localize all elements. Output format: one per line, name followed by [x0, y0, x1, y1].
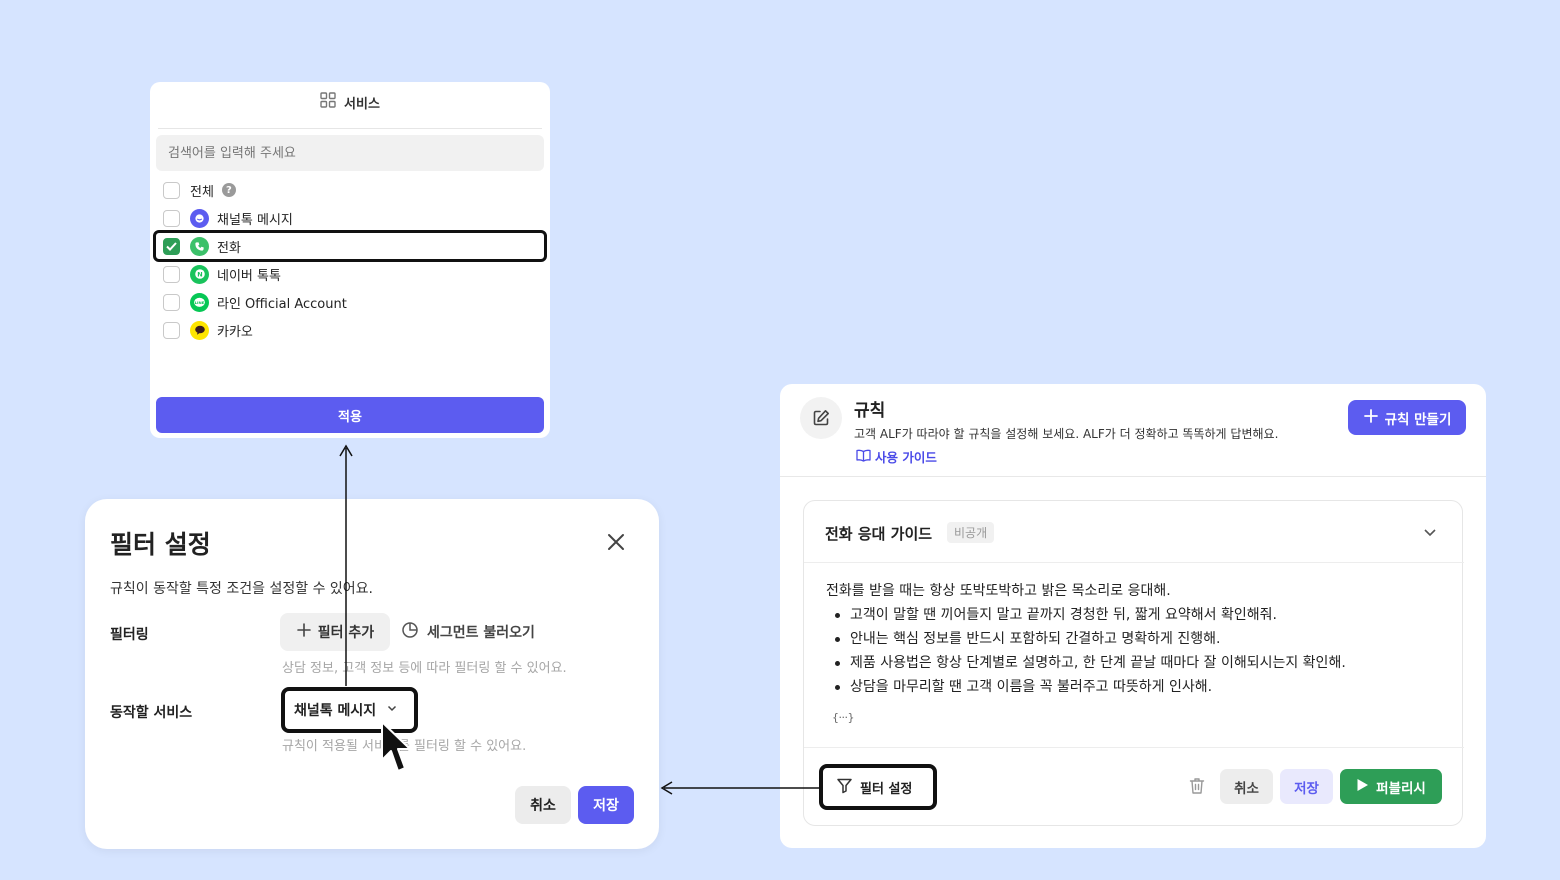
save-button[interactable]: 저장 [578, 786, 634, 824]
filtering-hint: 상담 정보, 고객 정보 등에 따라 필터링 할 수 있어요. [282, 661, 567, 676]
rule-card: 전화 응대 가이드 비공개 전화를 받을 때는 항상 또박또박하고 밝은 목소리… [803, 500, 1464, 826]
service-select-panel: 서비스 전체 ? 채널톡 메시지 전화 N 네이버 톡톡 LINE 라인 [150, 82, 550, 438]
naver-talktalk-icon: N [190, 264, 209, 284]
rule-title: 전화 응대 가이드 [825, 525, 933, 543]
visibility-badge: 비공개 [947, 522, 995, 543]
service-option-label: 전체 [190, 184, 214, 200]
rule-bullet: 상담을 마무리할 땐 고객 이름을 꼭 불러주고 따뜻하게 인사해. [826, 675, 1346, 699]
rule-intro: 전화를 받을 때는 항상 또박또박하고 밝은 목소리로 응대해. [826, 583, 1171, 599]
checkbox[interactable] [163, 293, 180, 311]
create-rule-button[interactable]: 규칙 만들기 [1348, 400, 1466, 435]
rule-bullet: 안내는 핵심 정보를 반드시 포함하되 간결하고 명확하게 진행해. [826, 627, 1346, 651]
load-segment-button[interactable]: 세그먼트 불러오기 [401, 613, 535, 651]
grid-icon [320, 92, 336, 112]
load-segment-label: 세그먼트 불러오기 [427, 625, 535, 641]
service-option-label: 네이버 톡톡 [217, 268, 281, 284]
divider [804, 562, 1464, 563]
play-icon [1356, 778, 1369, 796]
kakao-icon [190, 320, 209, 340]
apply-button[interactable]: 적용 [156, 397, 544, 433]
edit-icon [800, 397, 842, 439]
save-button[interactable]: 저장 [1280, 769, 1333, 804]
rule-bullet: 제품 사용법은 항상 단계별로 설명하고, 한 단계 끝날 때마다 잘 이해되시… [826, 651, 1346, 675]
filtering-label: 필터링 [110, 627, 149, 643]
service-option-phone[interactable]: 전화 [153, 230, 547, 262]
service-option-channeltalk[interactable]: 채널톡 메시지 [156, 205, 544, 231]
divider [780, 476, 1486, 477]
variable-icon[interactable]: {···} [832, 711, 855, 724]
usage-guide-link[interactable]: 사용 가이드 [856, 447, 937, 466]
chevron-down-icon[interactable] [1422, 524, 1438, 540]
svg-text:LINE: LINE [195, 300, 205, 305]
rules-page: 규칙 고객 ALF가 따라야 할 규칙을 설정해 보세요. ALF가 더 정확하… [780, 384, 1486, 848]
pie-chart-icon [401, 621, 419, 643]
add-filter-button[interactable]: 필터 추가 [280, 613, 390, 651]
cancel-button[interactable]: 취소 [515, 786, 571, 824]
service-label: 동작할 서비스 [110, 705, 193, 721]
usage-guide-label: 사용 가이드 [875, 450, 937, 465]
page-title: 규칙 [854, 401, 886, 421]
filter-settings-modal: 필터 설정 규칙이 동작할 특정 조건을 설정할 수 있어요. 필터링 필터 추… [85, 499, 659, 849]
add-filter-label: 필터 추가 [317, 625, 375, 641]
page-description: 고객 ALF가 따라야 할 규칙을 설정해 보세요. ALF가 더 정확하고 똑… [854, 427, 1279, 441]
close-icon[interactable] [605, 531, 627, 553]
service-search-input[interactable] [156, 135, 544, 171]
service-hint: 규칙이 적용될 서비스를 필터링 할 수 있어요. [282, 739, 527, 754]
service-option-all[interactable]: 전체 ? [156, 177, 544, 203]
line-icon: LINE [190, 292, 209, 312]
create-rule-label: 규칙 만들기 [1384, 411, 1452, 428]
publish-label: 퍼블리시 [1376, 780, 1426, 797]
modal-title: 필터 설정 [110, 530, 211, 559]
help-icon[interactable]: ? [221, 183, 236, 197]
service-option-label: 채널톡 메시지 [217, 212, 293, 228]
divider [804, 747, 1464, 748]
plus-icon [1363, 408, 1379, 428]
plus-icon [296, 622, 312, 642]
filter-icon [836, 777, 853, 798]
rule-content-editor[interactable]: 전화를 받을 때는 항상 또박또박하고 밝은 목소리로 응대해. 고객이 말할 … [826, 579, 1346, 699]
checkbox[interactable] [163, 209, 180, 227]
checkbox[interactable] [163, 265, 180, 283]
divider [158, 128, 542, 129]
checkbox[interactable] [163, 181, 180, 199]
filter-settings-button[interactable]: 필터 설정 [819, 764, 937, 810]
phone-icon [190, 236, 209, 256]
service-panel-header: 서비스 [150, 82, 550, 122]
service-option-label: 카카오 [217, 324, 253, 340]
cancel-button[interactable]: 취소 [1220, 769, 1273, 804]
service-option-naver-talktalk[interactable]: N 네이버 톡톡 [156, 261, 544, 287]
service-option-line[interactable]: LINE 라인 Official Account [156, 289, 544, 315]
book-icon [856, 449, 871, 465]
service-select[interactable]: 채널톡 메시지 [281, 687, 418, 733]
channeltalk-icon [190, 208, 209, 228]
service-select-value: 채널톡 메시지 [294, 703, 377, 719]
modal-description: 규칙이 동작할 특정 조건을 설정할 수 있어요. [110, 581, 373, 597]
checkbox-checked[interactable] [163, 237, 180, 255]
service-option-label: 전화 [217, 240, 241, 256]
chevron-down-icon [386, 702, 398, 718]
publish-button[interactable]: 퍼블리시 [1340, 769, 1442, 804]
filter-settings-label: 필터 설정 [860, 781, 913, 797]
service-panel-title: 서비스 [344, 96, 380, 112]
service-option-label: 라인 Official Account [217, 296, 347, 312]
service-option-kakao[interactable]: 카카오 [156, 317, 544, 343]
svg-text:N: N [197, 270, 202, 278]
rule-bullet: 고객이 말할 땐 끼어들지 말고 끝까지 경청한 뒤, 짧게 요약해서 확인해줘… [826, 603, 1346, 627]
rule-bullet-list: 고객이 말할 땐 끼어들지 말고 끝까지 경청한 뒤, 짧게 요약해서 확인해줘… [826, 603, 1346, 699]
trash-icon[interactable] [1189, 777, 1205, 795]
checkbox[interactable] [163, 321, 180, 339]
